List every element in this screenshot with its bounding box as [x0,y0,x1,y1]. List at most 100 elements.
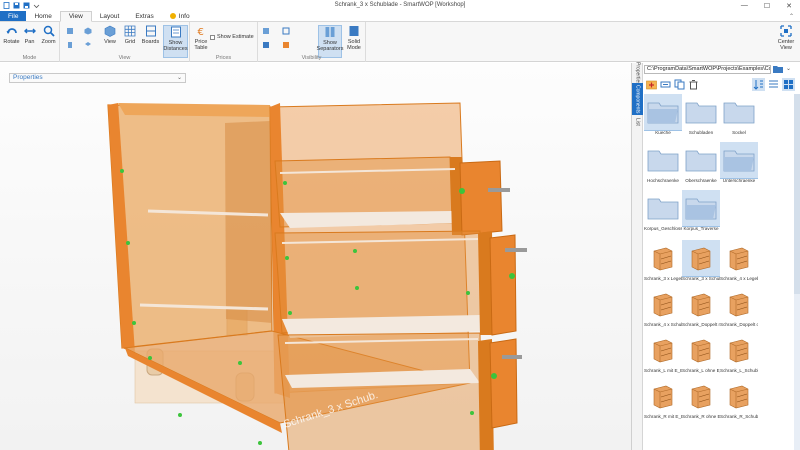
folder-name: Korpus_Geschlossen [644,226,682,231]
grid-button[interactable]: Grid [122,25,138,45]
component-name: Schrank_Doppelt mit... [682,322,720,327]
component-name: Schrank_3 x Legebo... [644,276,682,281]
component-item[interactable]: Schrank_R ohne E_... [682,378,720,419]
folder-name: Hochschraenke [647,178,679,183]
component-name: Schrank_Doppelt o... [720,322,758,327]
cabinet-icon [729,339,749,363]
folder-item[interactable]: Unterschraenke [720,142,758,183]
folder-item[interactable]: Schubladen [682,94,720,135]
vis-icon-2[interactable] [282,27,290,35]
component-item[interactable]: Schrank_3 x Schubla... [682,240,720,281]
tab-extras[interactable]: Extras [127,11,161,21]
folder-icon [647,102,679,124]
minimize-button[interactable]: — [741,2,748,9]
folder-item[interactable]: Hochschraenke [644,142,682,183]
copy-icon[interactable] [674,79,685,90]
folder-thumb [682,142,720,178]
3d-viewport[interactable]: Properties ⌄ Schrank_3 x Schub. [0,63,631,450]
tab-info-label: Info [178,12,190,20]
show-separators-button[interactable]: Show Separators [317,25,343,58]
new-folder-icon[interactable] [646,79,657,90]
tab-components-vertical[interactable]: Components [632,83,643,115]
view-side-icon[interactable] [66,41,74,49]
folder-icon [685,150,717,172]
tab-home[interactable]: Home [26,11,59,21]
component-item[interactable]: Schrank_Doppelt o... [720,286,758,327]
center-view-label: Center View [777,39,795,51]
catalog-scrollbar[interactable] [794,94,800,450]
tab-view[interactable]: View [59,11,92,22]
folder-icon [685,198,717,220]
folder-icon [685,102,717,124]
drawer-2-handle[interactable] [505,248,527,252]
price-table-button[interactable]: € Price Table [192,25,210,51]
folder-thumb [720,142,758,179]
pan-button[interactable]: Pan [21,25,38,45]
cabinet-icon [653,247,673,271]
solid-mode-icon [349,26,359,36]
top-rail [118,103,272,117]
drawer-1-handle[interactable] [488,188,510,192]
vis-icon-1[interactable] [262,27,270,35]
folder-item[interactable]: Korpus_Geschlossen [644,190,682,231]
show-estimate-checkbox[interactable]: Show Estimate [210,34,254,40]
drawer-3-handle[interactable] [502,355,522,359]
grid-label: Grid [124,39,136,45]
path-dropdown-icon[interactable]: ⌄ [786,65,791,72]
tab-list-vertical[interactable]: List [632,115,643,129]
vis-icon-3[interactable] [262,41,270,49]
ribbon: Rotate Pan Zoom Mode View Grid Boards Sh… [0,22,800,62]
list-view-icon[interactable] [768,79,779,90]
component-thumb [682,240,720,277]
vis-icon-4[interactable] [282,41,290,49]
folder-item[interactable]: Oberschraenke [682,142,720,183]
view-iso-icon[interactable] [84,27,92,35]
rotate-button[interactable]: Rotate [3,25,20,45]
path-input[interactable]: C:\ProgramData\SmartWOP\Projects\Example… [644,65,771,74]
component-item[interactable]: Schrank_Doppelt mit... [682,286,720,327]
rename-icon[interactable] [660,79,671,90]
folder-item[interactable]: Korpus_Traverse [682,190,720,231]
component-item[interactable]: Schrank_4 x Schubla... [644,286,682,327]
component-item[interactable]: Schrank_3 x Legebo... [644,240,682,281]
show-distances-button[interactable]: Show Distances [163,25,188,58]
collapse-ribbon-icon[interactable]: ⌃ [789,11,800,21]
scrollbar-thumb[interactable] [794,94,800,294]
grid-view-icon[interactable] [782,78,795,91]
view-group: View Grid Boards Show Distances View [60,22,190,62]
sort-icon[interactable] [752,78,765,91]
tab-properties-vertical[interactable]: Properties [632,62,643,85]
folder-name: Sockel [732,130,746,135]
component-item[interactable]: Schrank_4 x Legebo... [720,240,758,281]
folder-item[interactable]: Kueche [644,94,682,135]
folder-thumb [644,142,682,178]
zoom-button[interactable]: Zoom [39,25,58,45]
component-item[interactable]: Schrank_R mit E_Bo... [644,378,682,419]
cabinet-3d-model[interactable]: Schrank_3 x Schub. [0,63,631,450]
solid-mode-button[interactable]: Solid Mode [344,25,364,51]
delete-icon[interactable] [688,79,699,90]
cabinet-icon [729,385,749,409]
boards-button[interactable]: Boards [141,25,160,45]
component-item[interactable]: Schrank_L_Schubla... [720,332,758,373]
maximize-button[interactable]: ☐ [764,2,770,10]
tab-file[interactable]: File [0,11,27,21]
view-button[interactable]: View [102,25,118,45]
component-item[interactable]: Schrank_L mit E_Bo... [644,332,682,373]
tab-info[interactable]: Info [162,11,198,21]
component-thumb [644,240,682,276]
center-view-button[interactable]: Center View [774,25,798,51]
view-front-icon[interactable] [66,27,74,35]
folder-item[interactable]: Sockel [720,94,758,135]
view-top-icon[interactable] [84,41,92,49]
cabinet-icon [729,247,749,271]
drawer-1-front[interactable] [459,160,503,236]
folder-open-icon[interactable] [772,64,784,74]
close-button[interactable]: ✕ [786,2,792,10]
component-item[interactable]: Schrank_L ohne E_... [682,332,720,373]
view-group-label: View [118,55,131,61]
distances-icon [170,26,181,38]
drawer-3-front[interactable] [489,338,518,429]
tab-layout[interactable]: Layout [92,11,128,21]
component-item[interactable]: Schrank_R_Schubla... [720,378,758,419]
